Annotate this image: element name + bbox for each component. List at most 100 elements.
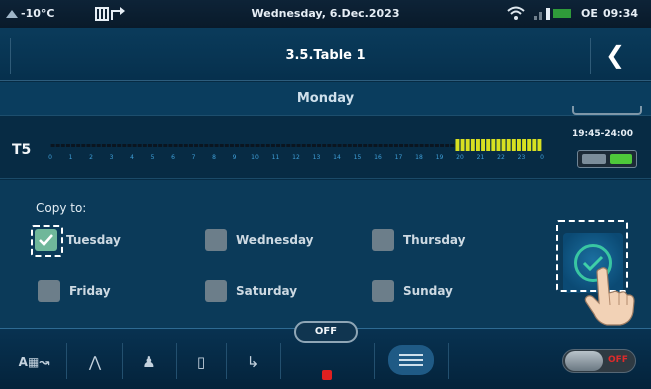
schedule-segment[interactable] xyxy=(173,144,178,147)
schedule-segment[interactable] xyxy=(373,144,378,147)
schedule-segment[interactable] xyxy=(358,144,363,147)
schedule-segment-active[interactable] xyxy=(527,139,532,151)
schedule-segment[interactable] xyxy=(194,144,199,147)
schedule-segment[interactable] xyxy=(352,144,357,147)
schedule-segment[interactable] xyxy=(183,144,188,147)
schedule-segment[interactable] xyxy=(235,144,240,147)
schedule-segment-active[interactable] xyxy=(522,139,527,151)
schedule-segment[interactable] xyxy=(327,144,332,147)
schedule-segment[interactable] xyxy=(219,144,224,147)
person-icon[interactable]: ♟ xyxy=(134,347,164,377)
schedule-segment[interactable] xyxy=(209,144,214,147)
schedule-segment[interactable] xyxy=(81,144,86,147)
schedule-segment[interactable] xyxy=(76,144,81,147)
schedule-segment[interactable] xyxy=(163,144,168,147)
checkbox[interactable] xyxy=(372,229,394,251)
copy-option-friday[interactable]: Friday xyxy=(38,280,111,302)
schedule-segment[interactable] xyxy=(378,144,383,147)
schedule-segment[interactable] xyxy=(363,144,368,147)
schedule-segment-active[interactable] xyxy=(460,139,465,151)
schedule-segment[interactable] xyxy=(168,144,173,147)
schedule-segment[interactable] xyxy=(409,144,414,147)
checkbox[interactable] xyxy=(372,280,394,302)
schedule-segment-active[interactable] xyxy=(516,139,521,151)
power-toggle[interactable]: OFF xyxy=(562,349,636,373)
copy-option-saturday[interactable]: Saturday xyxy=(205,280,297,302)
schedule-segment[interactable] xyxy=(434,144,439,147)
schedule-segment[interactable] xyxy=(55,144,60,147)
schedule-segment[interactable] xyxy=(291,144,296,147)
schedule-segment[interactable] xyxy=(450,144,455,147)
schedule-segment[interactable] xyxy=(255,144,260,147)
schedule-segment[interactable] xyxy=(147,144,152,147)
schedule-segment[interactable] xyxy=(199,144,204,147)
tank-icon[interactable]: ▯ xyxy=(186,347,216,377)
schedule-segment[interactable] xyxy=(286,144,291,147)
schedule-segment[interactable] xyxy=(127,144,132,147)
schedule-segment-active[interactable] xyxy=(496,139,501,151)
schedule-segment-active[interactable] xyxy=(486,139,491,151)
schedule-segment[interactable] xyxy=(132,144,137,147)
schedule-segment-active[interactable] xyxy=(470,139,475,151)
schedule-segment[interactable] xyxy=(117,144,122,147)
schedule-segment[interactable] xyxy=(178,144,183,147)
schedule-segment[interactable] xyxy=(158,144,163,147)
comfort-icon[interactable]: ⋀ xyxy=(80,347,110,377)
schedule-segment[interactable] xyxy=(311,144,316,147)
schedule-segment[interactable] xyxy=(383,144,388,147)
schedule-segment[interactable] xyxy=(224,144,229,147)
schedule-segment-active[interactable] xyxy=(537,139,542,151)
schedule-segment[interactable] xyxy=(296,144,301,147)
schedule-segment[interactable] xyxy=(106,144,111,147)
schedule-segment[interactable] xyxy=(445,144,450,147)
schedule-segment[interactable] xyxy=(281,144,286,147)
schedule-segment-active[interactable] xyxy=(532,139,537,151)
schedule-segment[interactable] xyxy=(260,144,265,147)
checkbox[interactable] xyxy=(38,280,60,302)
schedule-timeline[interactable]: 0 1 2 3 4 5 6 7 8 9 10 11 12 13 14 15 16 17 18 19 20 21 22 23 0 xyxy=(46,139,546,161)
schedule-segment[interactable] xyxy=(188,144,193,147)
schedule-segment[interactable] xyxy=(424,144,429,147)
previous-row-toggle[interactable] xyxy=(572,106,642,115)
schedule-segment-active[interactable] xyxy=(511,139,516,151)
schedule-segment[interactable] xyxy=(347,144,352,147)
schedule-segment[interactable] xyxy=(322,144,327,147)
schedule-segment[interactable] xyxy=(265,144,270,147)
schedule-segment[interactable] xyxy=(276,144,281,147)
schedule-segment[interactable] xyxy=(301,144,306,147)
schedule-segment[interactable] xyxy=(137,144,142,147)
checkbox[interactable] xyxy=(205,280,227,302)
back-button[interactable]: ❮ xyxy=(598,40,632,70)
checkbox[interactable] xyxy=(205,229,227,251)
schedule-segment[interactable] xyxy=(388,144,393,147)
auto-mode-icon[interactable]: A▦↝ xyxy=(14,347,54,377)
schedule-segment[interactable] xyxy=(122,144,127,147)
schedule-segment[interactable] xyxy=(229,144,234,147)
menu-button[interactable] xyxy=(388,345,434,375)
schedule-segment[interactable] xyxy=(240,144,245,147)
schedule-segment[interactable] xyxy=(204,144,209,147)
schedule-segment[interactable] xyxy=(250,144,255,147)
schedule-segment-active[interactable] xyxy=(501,139,506,151)
copy-option-thursday[interactable]: Thursday xyxy=(372,229,465,251)
schedule-row[interactable]: T5 0 1 2 3 4 5 6 7 8 9 10 11 12 13 14 15 16 17 18 19 20 21 22 2… xyxy=(0,117,651,179)
schedule-segment[interactable] xyxy=(404,144,409,147)
copy-option-sunday[interactable]: Sunday xyxy=(372,280,453,302)
schedule-segment[interactable] xyxy=(86,144,91,147)
schedule-segment-active[interactable] xyxy=(455,139,460,151)
schedule-segment-active[interactable] xyxy=(481,139,486,151)
schedule-segment-active[interactable] xyxy=(491,139,496,151)
schedule-segment[interactable] xyxy=(419,144,424,147)
schedule-segment[interactable] xyxy=(112,144,117,147)
schedule-segment[interactable] xyxy=(91,144,96,147)
schedule-segment[interactable] xyxy=(337,144,342,147)
schedule-segment[interactable] xyxy=(270,144,275,147)
schedule-segment[interactable] xyxy=(332,144,337,147)
schedule-segment[interactable] xyxy=(153,144,158,147)
schedule-segment[interactable] xyxy=(306,144,311,147)
schedule-segment[interactable] xyxy=(101,144,106,147)
schedule-segment[interactable] xyxy=(317,144,322,147)
schedule-segment[interactable] xyxy=(214,144,219,147)
schedule-segment-active[interactable] xyxy=(506,139,511,151)
schedule-segment[interactable] xyxy=(65,144,70,147)
